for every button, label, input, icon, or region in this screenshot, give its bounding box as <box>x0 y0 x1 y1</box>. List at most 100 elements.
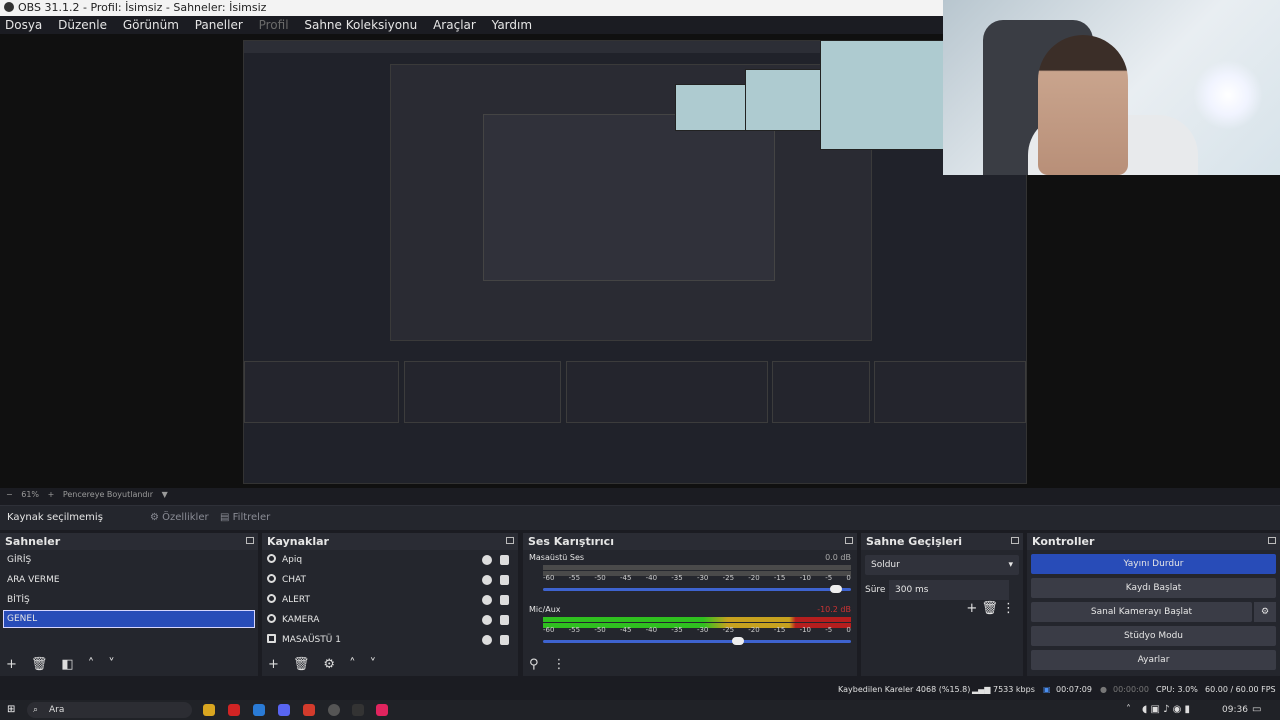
filter-icon[interactable]: ◧ <box>61 657 73 672</box>
filters-label: Filtreler <box>232 512 271 523</box>
zoom-minus-icon[interactable]: − <box>6 490 13 499</box>
arrow-down-icon[interactable]: ˅ <box>370 657 377 672</box>
zoom-fit-label[interactable]: Pencereye Boyutlandır <box>63 490 153 499</box>
tiktok-icon[interactable] <box>376 704 388 716</box>
mixer-header: Ses Karıştırıcı <box>523 533 857 550</box>
status-bar: Kaybedilen Kareler 4068 (%15.8) ▂▄▆ 7533… <box>0 680 1280 700</box>
app-icon[interactable] <box>303 704 315 716</box>
zoom-plus-icon[interactable]: + <box>48 490 55 499</box>
file-explorer-icon[interactable] <box>203 704 215 716</box>
studio-mode-button[interactable]: Stüdyo Modu <box>1031 626 1276 646</box>
arrow-down-icon[interactable]: ˅ <box>108 657 115 672</box>
scene-item-bitis[interactable]: BİTİŞ <box>0 590 258 610</box>
source-item[interactable]: CHAT <box>262 570 518 590</box>
sources-title: Kaynaklar <box>267 535 329 548</box>
lock-icon[interactable] <box>500 555 509 565</box>
capcut-icon[interactable] <box>352 704 364 716</box>
menu-paneller[interactable]: Paneller <box>195 18 243 32</box>
chevron-down-icon: ▾ <box>1008 560 1013 570</box>
trash-icon[interactable]: 🗑 <box>981 601 1002 616</box>
source-item[interactable]: ALERT <box>262 590 518 610</box>
bitrate: 7533 kbps <box>993 685 1035 694</box>
taskbar-search[interactable]: ⌕ Ara <box>27 702 192 718</box>
opera-icon[interactable] <box>228 704 240 716</box>
undock-icon[interactable] <box>1011 537 1019 544</box>
scenes-dock: Sahneler GİRİŞ ARA VERME BİTİŞ GENEL + 🗑 ◧… <box>0 533 258 676</box>
arrow-up-icon[interactable]: ˄ <box>349 657 356 672</box>
stream-time: 00:07:09 <box>1056 685 1092 694</box>
eye-icon[interactable] <box>482 615 492 625</box>
scene-item-giris[interactable]: GİRİŞ <box>0 550 258 570</box>
tray-icons[interactable]: ◖ ▣ ♪ ◉ ▮ <box>1142 700 1190 720</box>
menu-gorunum[interactable]: Görünüm <box>123 18 179 32</box>
add-icon[interactable]: + <box>966 601 981 616</box>
lock-icon[interactable] <box>500 575 509 585</box>
menu-sahne-koleksiyonu[interactable]: Sahne Koleksiyonu <box>304 18 417 32</box>
tray-chevron-icon[interactable]: ˄ <box>1126 700 1131 720</box>
meter-ticks: -60 -55 -50 -45 -40 -35 -30 -25 -20 -15 -10 -5 0 <box>543 574 851 582</box>
more-icon[interactable]: ⋮ <box>553 657 566 672</box>
undock-icon[interactable] <box>506 537 514 544</box>
meter-tick-label: -25 <box>722 574 735 582</box>
lock-icon[interactable] <box>500 635 509 645</box>
undock-icon[interactable] <box>246 537 254 544</box>
virtual-camera-label: Sanal Kamerayı Başlat <box>1090 607 1193 617</box>
nested-sources-dock <box>404 361 561 423</box>
zoom-percent: 61% <box>21 490 40 499</box>
duration-input[interactable]: 300 ms <box>889 580 1009 600</box>
eye-icon[interactable] <box>482 595 492 605</box>
transitions-title: Sahne Geçişleri <box>866 535 963 548</box>
obs-taskbar-icon[interactable] <box>328 704 340 716</box>
add-icon[interactable]: + <box>268 657 279 672</box>
volume-knob[interactable] <box>732 637 745 645</box>
gear-icon[interactable]: ⚙ <box>323 657 335 672</box>
start-recording-button[interactable]: Kaydı Başlat <box>1031 578 1276 598</box>
windows-start-icon[interactable]: ⊞ <box>7 700 15 720</box>
gear-icon[interactable]: ⚙ <box>1254 602 1276 622</box>
filters-button[interactable]: ▤ Filtreler <box>220 509 270 527</box>
properties-button[interactable]: ⚙ Özellikler <box>150 509 209 527</box>
source-item[interactable]: Apiq <box>262 550 518 570</box>
menu-duzenle[interactable]: Düzenle <box>58 18 107 32</box>
eye-icon[interactable] <box>482 555 492 565</box>
eye-icon[interactable] <box>482 575 492 585</box>
source-item[interactable]: KAMERA <box>262 610 518 630</box>
mixer-channel-mic: Mic/Aux -10.2 dB -60 -55 -50 -45 -40 -35 -30 -2… <box>523 602 857 654</box>
lock-icon[interactable] <box>500 595 509 605</box>
start-virtual-camera-button[interactable]: Sanal Kamerayı Başlat ⚙ <box>1031 602 1276 622</box>
lock-icon[interactable] <box>500 615 509 625</box>
eye-icon[interactable] <box>482 635 492 645</box>
trash-icon[interactable]: 🗑 <box>293 657 310 672</box>
scene-item-genel[interactable]: GENEL <box>3 610 255 628</box>
discord-icon[interactable] <box>278 704 290 716</box>
transition-select[interactable]: Soldur ▾ <box>865 555 1019 575</box>
undock-icon[interactable] <box>1268 537 1276 544</box>
menu-profil[interactable]: Profil <box>259 18 289 32</box>
arrow-up-icon[interactable]: ˄ <box>88 657 95 672</box>
menu-yardim[interactable]: Yardım <box>492 18 532 32</box>
duration-label: Süre <box>865 585 886 595</box>
source-label: MASAÜSTÜ 1 <box>282 635 341 645</box>
monitor-icon <box>267 634 276 643</box>
volume-slider[interactable] <box>543 588 851 591</box>
stop-streaming-button[interactable]: Yayını Durdur <box>1031 554 1276 574</box>
chevron-down-icon[interactable]: ▼ <box>162 490 168 499</box>
taskbar: ⊞ ⌕ Ara ˄ ◖ ▣ ♪ ◉ ▮ 09:36 ▭ <box>0 700 1280 720</box>
trash-icon[interactable]: 🗑 <box>31 657 48 672</box>
add-icon[interactable]: + <box>6 657 17 672</box>
volume-slider[interactable] <box>543 640 851 643</box>
notifications-icon[interactable]: ▭ <box>1252 700 1261 720</box>
menu-dosya[interactable]: Dosya <box>5 18 42 32</box>
window-title: OBS 31.1.2 - Profil: İsimsiz - Sahneler:… <box>18 1 267 14</box>
undock-icon[interactable] <box>845 537 853 544</box>
settings-button[interactable]: Ayarlar <box>1031 650 1276 670</box>
more-icon[interactable]: ⋮ <box>1002 601 1015 616</box>
scene-item-ara-verme[interactable]: ARA VERME <box>0 570 258 590</box>
volume-knob[interactable] <box>830 585 843 593</box>
link-icon[interactable]: ⚲ <box>529 657 539 672</box>
sources-toolbar: + 🗑 ⚙ ˄ ˅ <box>262 654 518 676</box>
source-label: Apiq <box>282 555 303 565</box>
edge-icon[interactable] <box>253 704 265 716</box>
menu-araclar[interactable]: Araçlar <box>433 18 476 32</box>
source-item[interactable]: MASAÜSTÜ 1 <box>262 630 518 650</box>
